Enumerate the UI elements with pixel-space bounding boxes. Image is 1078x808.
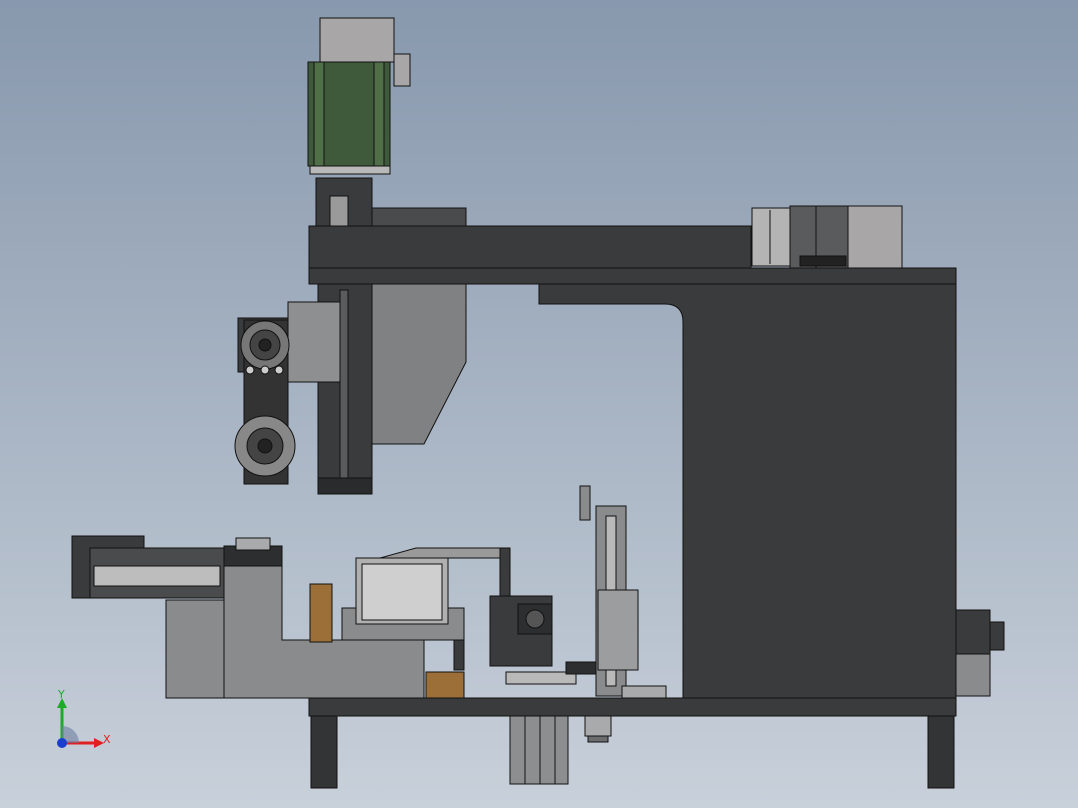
axis-z-dot: [57, 738, 67, 748]
side-cable-box: [955, 609, 1005, 697]
vertical-motor: [307, 17, 467, 227]
axis-y-label: Y: [58, 688, 65, 701]
axis-x-label: X: [103, 733, 111, 746]
machine-legs: [310, 715, 955, 789]
cad-viewport[interactable]: Y X: [0, 0, 1078, 808]
right-fixture: [489, 547, 615, 685]
head-bracket: [371, 283, 467, 445]
assembly-model[interactable]: [0, 0, 1078, 808]
base-plate: [308, 697, 957, 717]
horizontal-motor: [751, 205, 903, 269]
